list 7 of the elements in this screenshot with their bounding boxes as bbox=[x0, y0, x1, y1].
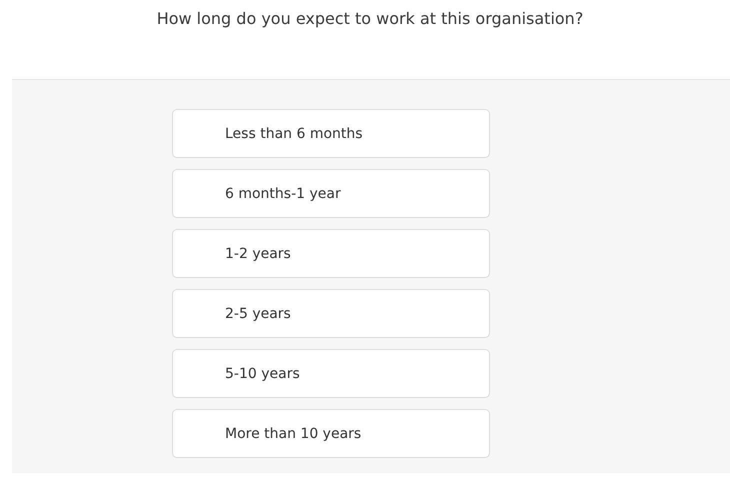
answer-option[interactable]: 5-10 years bbox=[172, 349, 490, 398]
answer-option[interactable]: More than 10 years bbox=[172, 409, 490, 458]
answer-option[interactable]: 1-2 years bbox=[172, 229, 490, 278]
answer-option[interactable]: 6 months-1 year bbox=[172, 169, 490, 218]
answer-option[interactable]: Less than 6 months bbox=[172, 109, 490, 158]
answer-option[interactable]: 2-5 years bbox=[172, 289, 490, 338]
question-text: How long do you expect to work at this organisation? bbox=[156, 8, 584, 30]
